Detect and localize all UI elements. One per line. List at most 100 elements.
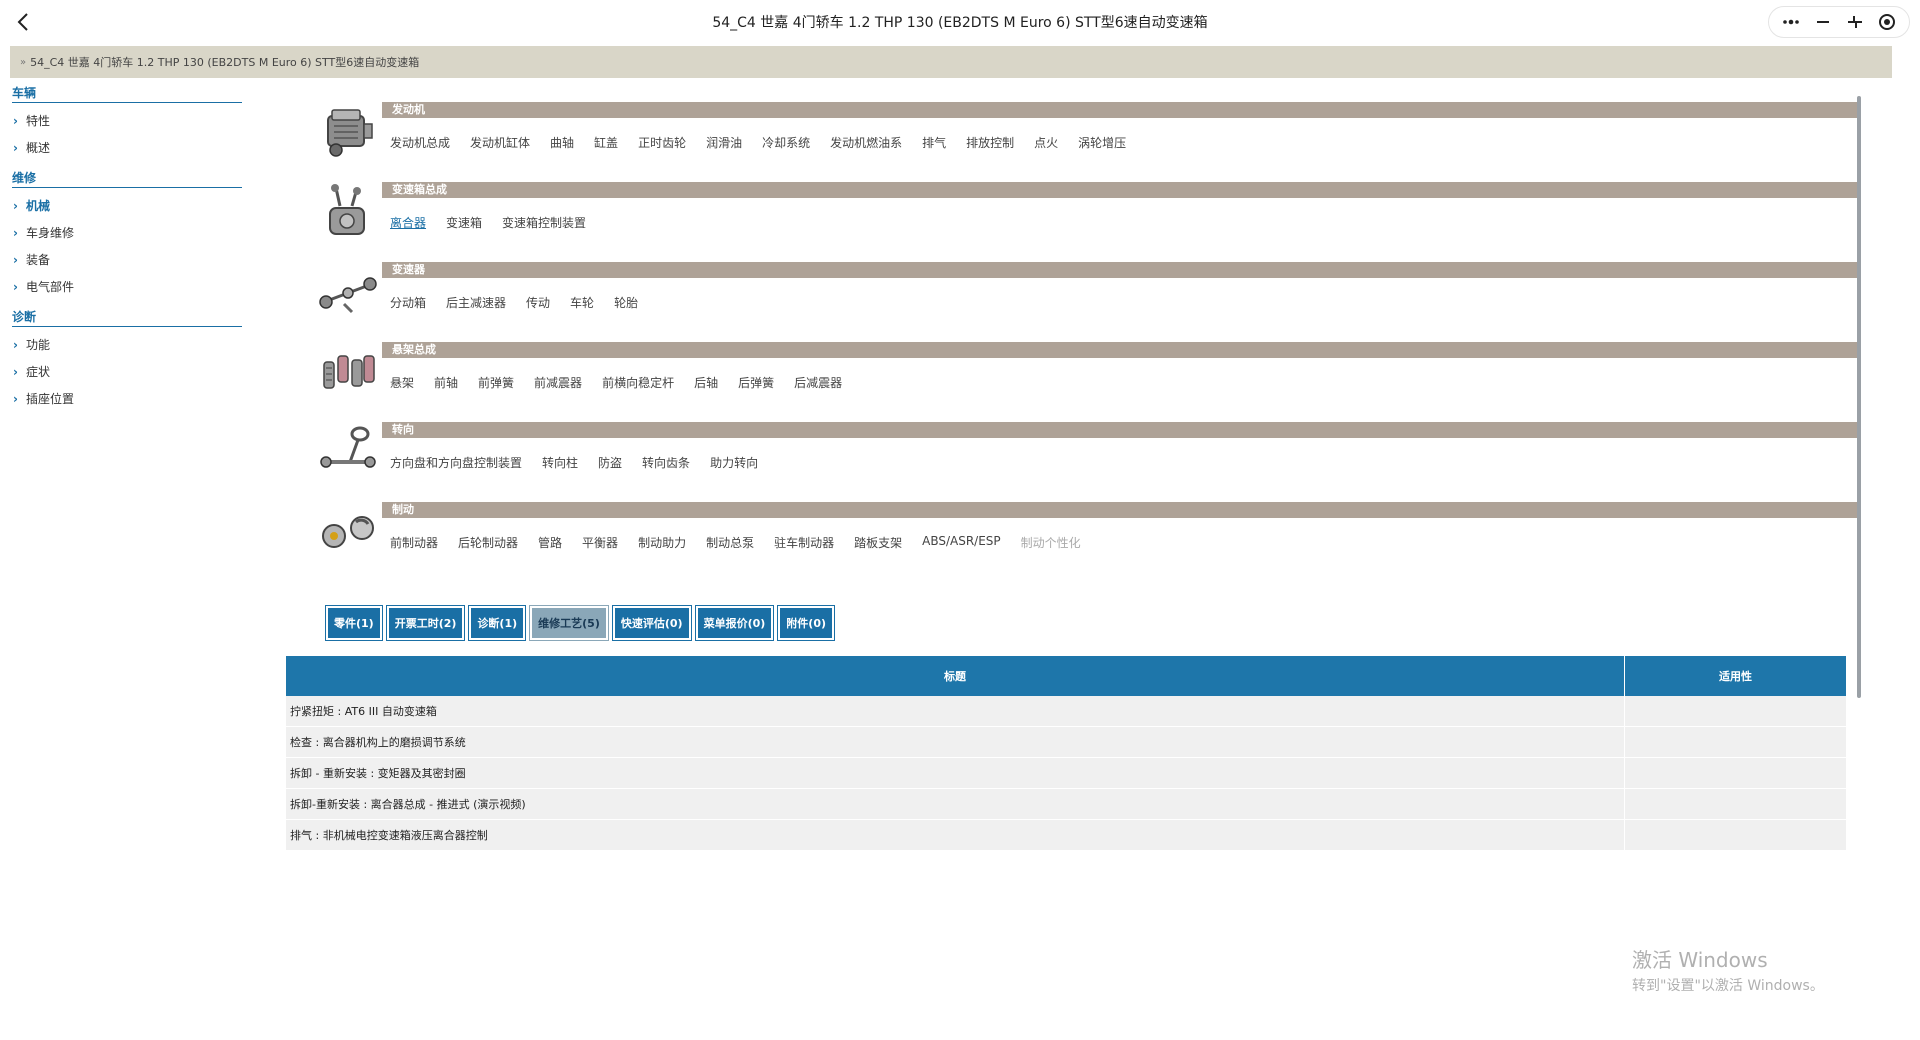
link-lubrication[interactable]: 润滑油 — [706, 134, 742, 151]
link-engine-block[interactable]: 发动机缸体 — [470, 134, 530, 151]
link-suspension[interactable]: 悬架 — [390, 374, 414, 391]
suspension-icon[interactable] — [318, 342, 378, 402]
link-front-brake[interactable]: 前制动器 — [390, 534, 438, 551]
link-cylinder-head[interactable]: 缸盖 — [594, 134, 618, 151]
chevron-right-icon: › — [13, 279, 18, 294]
table-row[interactable]: 拆卸-重新安装 : 离合器总成 - 推进式 (演示视频) — [286, 789, 1846, 820]
link-exhaust[interactable]: 排气 — [922, 134, 946, 151]
row-title[interactable]: 拆卸 - 重新安装 : 变矩器及其密封圈 — [286, 758, 1625, 788]
link-ignition[interactable]: 点火 — [1034, 134, 1058, 151]
minimize-icon — [1817, 21, 1829, 23]
row-applicability — [1625, 727, 1846, 757]
table-row[interactable]: 检查 : 离合器机构上的磨损调节系统 — [286, 727, 1846, 758]
sidebar-item-mechanical[interactable]: › 机械 — [12, 192, 242, 219]
sidebar-item-label: 插座位置 — [25, 392, 74, 406]
link-clutch[interactable]: 离合器 — [390, 214, 426, 231]
sidebar-section-vehicle: 车辆 › 特性 › 概述 — [12, 84, 242, 161]
sidebar-item-connector-locations[interactable]: › 插座位置 — [12, 385, 242, 412]
row-title[interactable]: 排气 : 非机械电控变速箱液压离合器控制 — [286, 820, 1625, 850]
tab-repair-procedures[interactable]: 维修工艺(5) — [529, 605, 609, 641]
category-gearbox: 变速箱总成 离合器 变速箱 变速箱控制装置 — [318, 178, 1858, 258]
link-timing-gear[interactable]: 正时齿轮 — [638, 134, 686, 151]
sidebar-item-electrical[interactable]: › 电气部件 — [12, 273, 242, 300]
link-anti-theft[interactable]: 防盗 — [598, 454, 622, 471]
sidebar-item-equipment[interactable]: › 装备 — [12, 246, 242, 273]
link-rear-spring[interactable]: 后弹簧 — [738, 374, 774, 391]
row-applicability — [1625, 758, 1846, 788]
row-applicability — [1625, 820, 1846, 850]
link-emission-control[interactable]: 排放控制 — [966, 134, 1014, 151]
link-rear-shock[interactable]: 后减震器 — [794, 374, 842, 391]
category-links: 悬架 前轴 前弹簧 前减震器 前横向稳定杆 后轴 后弹簧 后减震器 — [390, 374, 842, 391]
target-close-icon — [1879, 14, 1895, 30]
link-master-cylinder[interactable]: 制动总泵 — [706, 534, 754, 551]
link-abs-asr-esp[interactable]: ABS/ASR/ESP — [922, 534, 1001, 551]
sidebar-item-body-repair[interactable]: › 车身维修 — [12, 219, 242, 246]
tab-labor-time[interactable]: 开票工时(2) — [385, 605, 466, 641]
link-drive[interactable]: 传动 — [526, 294, 550, 311]
table-row[interactable]: 排气 : 非机械电控变速箱液压离合器控制 — [286, 820, 1846, 851]
link-front-shock[interactable]: 前减震器 — [534, 374, 582, 391]
link-balancer[interactable]: 平衡器 — [582, 534, 618, 551]
category-links: 发动机总成 发动机缸体 曲轴 缸盖 正时齿轮 润滑油 冷却系统 发动机燃油系 排… — [390, 134, 1126, 151]
sidebar-item-functions[interactable]: › 功能 — [12, 331, 242, 358]
sidebar-item-overview[interactable]: › 概述 — [12, 134, 242, 161]
link-steering-column[interactable]: 转向柱 — [542, 454, 578, 471]
breadcrumb-text[interactable]: 54_C4 世嘉 4门轿车 1.2 THP 130 (EB2DTS M Euro… — [30, 54, 419, 70]
link-front-axle[interactable]: 前轴 — [434, 374, 458, 391]
link-steering-rack[interactable]: 转向齿条 — [642, 454, 690, 471]
table-row[interactable]: 拧紧扭矩 : AT6 III 自动变速箱 — [286, 696, 1846, 727]
category-brake: 制动 前制动器 后轮制动器 管路 平衡器 制动助力 制动总泵 驻车制动器 踏板支… — [318, 498, 1858, 578]
sidebar-header: 诊断 — [12, 308, 242, 327]
link-engine-assembly[interactable]: 发动机总成 — [390, 134, 450, 151]
link-fuel-system[interactable]: 发动机燃油系 — [830, 134, 902, 151]
link-wheels[interactable]: 车轮 — [570, 294, 594, 311]
link-transfer-case[interactable]: 分动箱 — [390, 294, 426, 311]
link-cooling[interactable]: 冷却系统 — [762, 134, 810, 151]
tab-quick-estimate[interactable]: 快速评估(0) — [611, 605, 692, 641]
category-engine: 发动机 发动机总成 发动机缸体 曲轴 缸盖 正时齿轮 润滑油 冷却系统 发动机燃… — [318, 98, 1858, 178]
link-power-steering[interactable]: 助力转向 — [710, 454, 758, 471]
sidebar-item-label: 机械 — [25, 199, 50, 213]
sidebar-item-features[interactable]: › 特性 — [12, 107, 242, 134]
brake-icon[interactable] — [318, 502, 378, 562]
tab-diagnosis[interactable]: 诊断(1) — [468, 605, 527, 641]
row-title[interactable]: 拆卸-重新安装 : 离合器总成 - 推进式 (演示视频) — [286, 789, 1625, 819]
restore-button[interactable] — [1841, 8, 1869, 36]
row-title[interactable]: 检查 : 离合器机构上的磨损调节系统 — [286, 727, 1625, 757]
column-header-title[interactable]: 标题 — [286, 656, 1625, 696]
sidebar-item-label: 特性 — [25, 114, 50, 128]
link-crankshaft[interactable]: 曲轴 — [550, 134, 574, 151]
link-gearbox-control[interactable]: 变速箱控制装置 — [502, 214, 586, 231]
link-brake-lines[interactable]: 管路 — [538, 534, 562, 551]
tab-menu-pricing[interactable]: 菜单报价(0) — [694, 605, 775, 641]
more-dots-icon — [1783, 19, 1799, 25]
table-row[interactable]: 拆卸 - 重新安装 : 变矩器及其密封圈 — [286, 758, 1846, 789]
engine-icon[interactable] — [318, 102, 378, 162]
gearbox-icon[interactable] — [318, 182, 378, 242]
link-turbo[interactable]: 涡轮增压 — [1078, 134, 1126, 151]
close-button[interactable] — [1873, 8, 1901, 36]
more-button[interactable] — [1777, 8, 1805, 36]
link-gearbox[interactable]: 变速箱 — [446, 214, 482, 231]
link-rear-brake[interactable]: 后轮制动器 — [458, 534, 518, 551]
scrollbar[interactable] — [1857, 96, 1861, 698]
link-rear-final-drive[interactable]: 后主减速器 — [446, 294, 506, 311]
link-front-stabilizer[interactable]: 前横向稳定杆 — [602, 374, 674, 391]
link-rear-axle[interactable]: 后轴 — [694, 374, 718, 391]
minimize-button[interactable] — [1809, 8, 1837, 36]
sidebar-item-symptoms[interactable]: › 症状 — [12, 358, 242, 385]
steering-icon[interactable] — [318, 422, 378, 482]
column-header-applicability[interactable]: 适用性 — [1625, 656, 1846, 696]
link-tires[interactable]: 轮胎 — [614, 294, 638, 311]
row-title[interactable]: 拧紧扭矩 : AT6 III 自动变速箱 — [286, 696, 1625, 726]
chevron-right-icon: › — [13, 337, 18, 352]
link-front-spring[interactable]: 前弹簧 — [478, 374, 514, 391]
link-steering-wheel[interactable]: 方向盘和方向盘控制装置 — [390, 454, 522, 471]
driveshaft-icon[interactable] — [318, 262, 378, 322]
link-parking-brake[interactable]: 驻车制动器 — [774, 534, 834, 551]
tab-attachments[interactable]: 附件(0) — [777, 605, 836, 641]
link-pedal-bracket[interactable]: 踏板支架 — [854, 534, 902, 551]
link-brake-booster[interactable]: 制动助力 — [638, 534, 686, 551]
tab-parts[interactable]: 零件(1) — [325, 605, 383, 641]
